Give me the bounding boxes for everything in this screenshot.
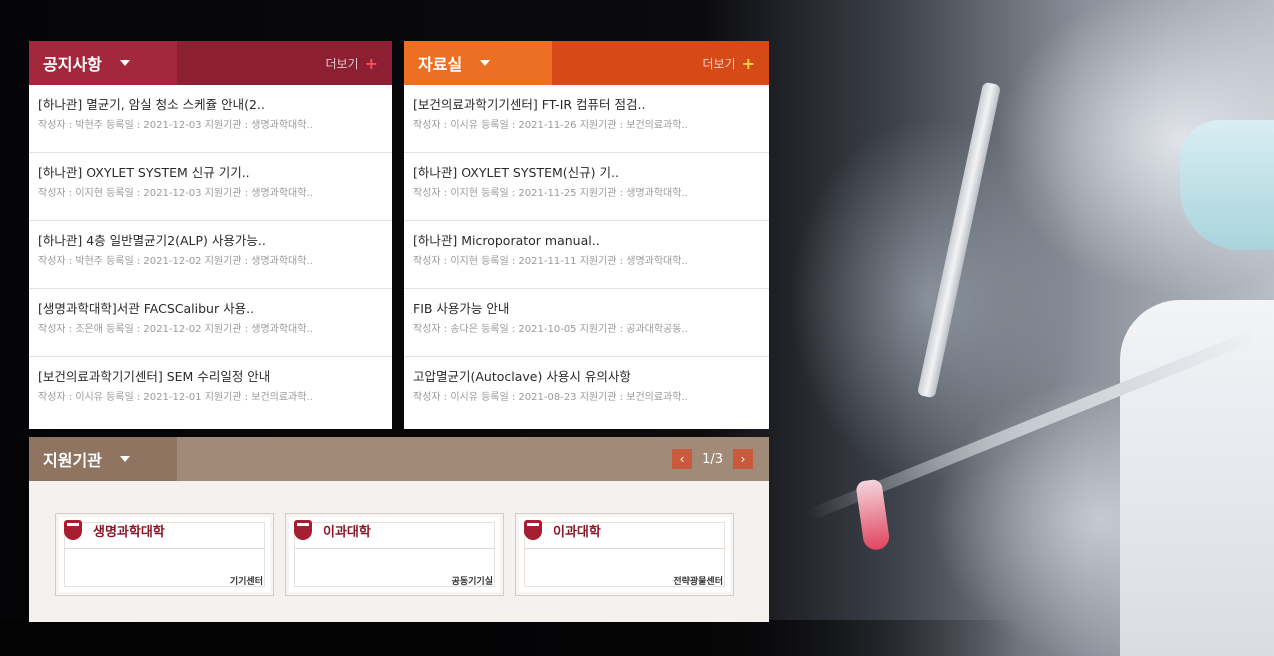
files-list-item[interactable]: FIB 사용가능 안내 작성자 : 송다은 등록일 : 2021-10-05 지…: [404, 289, 769, 357]
caret-down-icon: [119, 456, 130, 462]
files-item-meta: 작성자 : 이시유 등록일 : 2021-08-23 지원기관 : 보건의료과학…: [413, 392, 688, 403]
support-cards: 생명과학대학 기기센터 이과대학 공동기기실 이과대학 전략광물센터: [55, 513, 734, 596]
notice-more-label: 더보기: [325, 56, 359, 71]
bottom-shade: [0, 620, 1274, 656]
plus-icon: +: [364, 53, 378, 73]
files-header: 자료실 더보기 +: [404, 41, 769, 85]
notice-item-meta: 작성자 : 이시유 등록일 : 2021-12-01 지원기관 : 보건의료과학…: [38, 392, 313, 403]
institution-name: 이과대학: [323, 524, 371, 540]
university-emblem-icon: [524, 520, 542, 540]
notice-item-meta: 작성자 : 조은애 등록일 : 2021-12-02 지원기관 : 생명과학대학…: [38, 324, 313, 335]
files-list-item[interactable]: [보건의료과학기기센터] FT-IR 컴퓨터 점검.. 작성자 : 이시유 등록…: [404, 85, 769, 153]
institution-unit: 공동기기실: [451, 577, 493, 587]
university-emblem-icon: [64, 520, 82, 540]
files-item-title[interactable]: FIB 사용가능 안내: [413, 300, 757, 317]
files-item-title[interactable]: [보건의료과학기기센터] FT-IR 컴퓨터 점검..: [413, 96, 757, 113]
files-item-meta: 작성자 : 이시유 등록일 : 2021-11-26 지원기관 : 보건의료과학…: [413, 120, 688, 131]
notice-item-title[interactable]: [하나관] 4층 일반멸균기2(ALP) 사용가능..: [38, 232, 380, 249]
card-divider: [524, 548, 725, 549]
files-list: [보건의료과학기기센터] FT-IR 컴퓨터 점검.. 작성자 : 이시유 등록…: [404, 85, 769, 425]
support-pager: ‹ 1/3 ›: [672, 449, 753, 469]
university-emblem-icon: [294, 520, 312, 540]
caret-down-icon: [119, 60, 130, 66]
notice-item-title[interactable]: [하나관] 멸균기, 암실 청소 스케쥴 안내(2..: [38, 96, 380, 113]
notice-panel: 공지사항 더보기 + [하나관] 멸균기, 암실 청소 스케쥴 안내(2.. 작…: [29, 41, 392, 429]
files-list-item[interactable]: [하나관] Microporator manual.. 작성자 : 이지현 등록…: [404, 221, 769, 289]
institution-name: 생명과학대학: [93, 524, 165, 540]
files-list-item[interactable]: [하나관] OXYLET SYSTEM(신규) 기.. 작성자 : 이지현 등록…: [404, 153, 769, 221]
files-tab-label: 자료실: [418, 55, 463, 74]
notice-item-meta: 작성자 : 박현주 등록일 : 2021-12-02 지원기관 : 생명과학대학…: [38, 256, 313, 267]
files-item-meta: 작성자 : 이지현 등록일 : 2021-11-25 지원기관 : 생명과학대학…: [413, 188, 688, 199]
files-item-title[interactable]: [하나관] OXYLET SYSTEM(신규) 기..: [413, 164, 757, 181]
files-tab[interactable]: 자료실: [404, 41, 552, 85]
notice-list-item[interactable]: [하나관] 멸균기, 암실 청소 스케쥴 안내(2.. 작성자 : 박현주 등록…: [29, 85, 392, 153]
files-item-meta: 작성자 : 이지현 등록일 : 2021-11-11 지원기관 : 생명과학대학…: [413, 256, 688, 267]
notice-item-title[interactable]: [보건의료과학기기센터] SEM 수리일정 안내: [38, 368, 380, 385]
page-indicator: 1/3: [702, 451, 723, 467]
notice-tab-label: 공지사항: [43, 55, 102, 74]
files-more-link[interactable]: 더보기 +: [702, 41, 755, 85]
support-panel: 지원기관 ‹ 1/3 › 생명과학대학 기기센터 이과대학 공동기기실 이과대학…: [29, 437, 769, 622]
notice-list-item[interactable]: [보건의료과학기기센터] SEM 수리일정 안내 작성자 : 이시유 등록일 :…: [29, 357, 392, 425]
notice-list: [하나관] 멸균기, 암실 청소 스케쥴 안내(2.. 작성자 : 박현주 등록…: [29, 85, 392, 425]
card-divider: [294, 548, 495, 549]
chevron-left-icon[interactable]: ‹: [672, 449, 693, 469]
notice-item-meta: 작성자 : 이지현 등록일 : 2021-12-03 지원기관 : 생명과학대학…: [38, 188, 313, 199]
notice-header: 공지사항 더보기 +: [29, 41, 392, 85]
plus-icon: +: [741, 53, 755, 73]
notice-item-title[interactable]: [하나관] OXYLET SYSTEM 신규 기기..: [38, 164, 380, 181]
chevron-right-icon[interactable]: ›: [733, 449, 753, 469]
institution-card[interactable]: 이과대학 전략광물센터: [515, 513, 734, 596]
caret-down-icon: [480, 60, 491, 66]
institution-card[interactable]: 이과대학 공동기기실: [285, 513, 504, 596]
institution-card[interactable]: 생명과학대학 기기센터: [55, 513, 274, 596]
card-header: 이과대학: [524, 520, 601, 540]
card-header: 생명과학대학: [64, 520, 165, 540]
institution-unit: 전략광물센터: [673, 577, 723, 587]
notice-more-link[interactable]: 더보기 +: [325, 41, 378, 85]
notice-list-item[interactable]: [하나관] OXYLET SYSTEM 신규 기기.. 작성자 : 이지현 등록…: [29, 153, 392, 221]
card-divider: [64, 548, 265, 549]
notice-list-item[interactable]: [하나관] 4층 일반멸균기2(ALP) 사용가능.. 작성자 : 박현주 등록…: [29, 221, 392, 289]
support-tab[interactable]: 지원기관: [29, 437, 177, 481]
notice-tab[interactable]: 공지사항: [29, 41, 177, 85]
files-item-meta: 작성자 : 송다은 등록일 : 2021-10-05 지원기관 : 공과대학공동…: [413, 324, 688, 335]
notice-item-meta: 작성자 : 박현주 등록일 : 2021-12-03 지원기관 : 생명과학대학…: [38, 120, 313, 131]
institution-unit: 기기센터: [229, 577, 263, 587]
support-header: 지원기관 ‹ 1/3 ›: [29, 437, 769, 481]
notice-item-title[interactable]: [생명과학대학]서관 FACSCalibur 사용..: [38, 300, 380, 317]
files-panel: 자료실 더보기 + [보건의료과학기기센터] FT-IR 컴퓨터 점검.. 작성…: [404, 41, 769, 429]
card-header: 이과대학: [294, 520, 371, 540]
files-item-title[interactable]: 고압멸균기(Autoclave) 사용시 유의사항: [413, 368, 757, 385]
files-more-label: 더보기: [702, 56, 736, 71]
files-list-item[interactable]: 고압멸균기(Autoclave) 사용시 유의사항 작성자 : 이시유 등록일 …: [404, 357, 769, 425]
institution-name: 이과대학: [553, 524, 601, 540]
files-item-title[interactable]: [하나관] Microporator manual..: [413, 232, 757, 249]
notice-list-item[interactable]: [생명과학대학]서관 FACSCalibur 사용.. 작성자 : 조은애 등록…: [29, 289, 392, 357]
support-tab-label: 지원기관: [43, 451, 102, 470]
